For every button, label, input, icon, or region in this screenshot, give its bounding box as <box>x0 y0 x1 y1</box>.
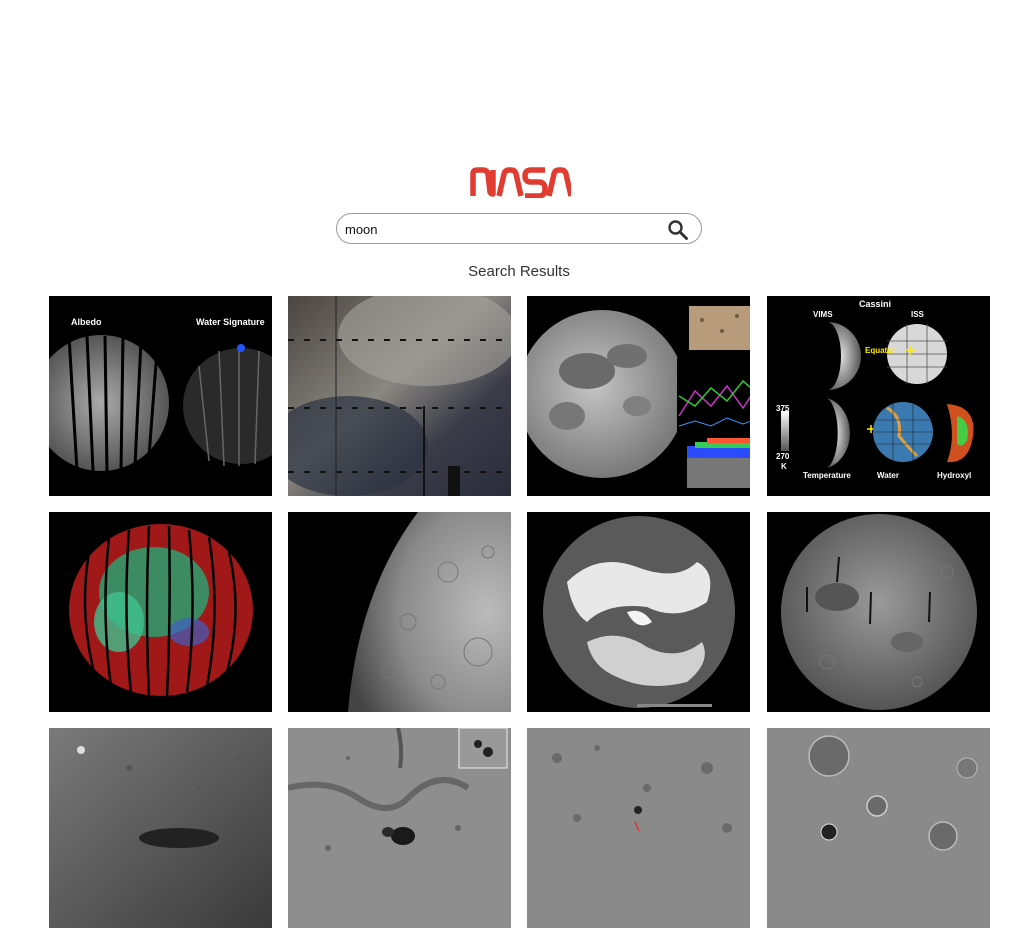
vims-label: VIMS <box>813 310 833 319</box>
result-thumbnail[interactable] <box>767 512 990 712</box>
scale-bottom-label: 270 <box>776 452 790 461</box>
scale-unit-label: K <box>781 462 787 471</box>
result-thumbnail[interactable] <box>49 728 272 928</box>
cassini-label: Cassini <box>859 299 892 309</box>
result-thumbnail[interactable]: Albedo Water Signature <box>49 296 272 496</box>
result-thumbnail[interactable]: Cassini VIMS ISS Equator 375 270 K Tempe… <box>767 296 990 496</box>
result-thumbnail[interactable] <box>288 728 511 928</box>
scale-top-label: 375 <box>776 404 790 413</box>
iss-label: ISS <box>911 310 924 319</box>
result-thumbnail[interactable] <box>288 512 511 712</box>
results-title: Search Results <box>468 263 570 280</box>
result-thumbnail[interactable] <box>49 512 272 712</box>
hydroxyl-label: Hydroxyl <box>937 471 972 480</box>
nasa-logo[interactable] <box>469 166 571 198</box>
search-input[interactable] <box>345 218 645 240</box>
result-thumbnail[interactable] <box>288 296 511 496</box>
equator-label: Equator <box>865 346 896 355</box>
albedo-label: Albedo <box>71 317 102 327</box>
result-thumbnail[interactable] <box>767 728 990 928</box>
temperature-label: Temperature <box>803 471 851 480</box>
search-bar <box>336 213 702 244</box>
result-thumbnail[interactable] <box>527 728 750 928</box>
search-icon[interactable] <box>667 219 689 241</box>
result-thumbnail[interactable] <box>527 296 750 496</box>
result-thumbnail[interactable] <box>527 512 750 712</box>
water-signature-label: Water Signature <box>196 317 265 327</box>
water-label: Water <box>877 471 899 480</box>
